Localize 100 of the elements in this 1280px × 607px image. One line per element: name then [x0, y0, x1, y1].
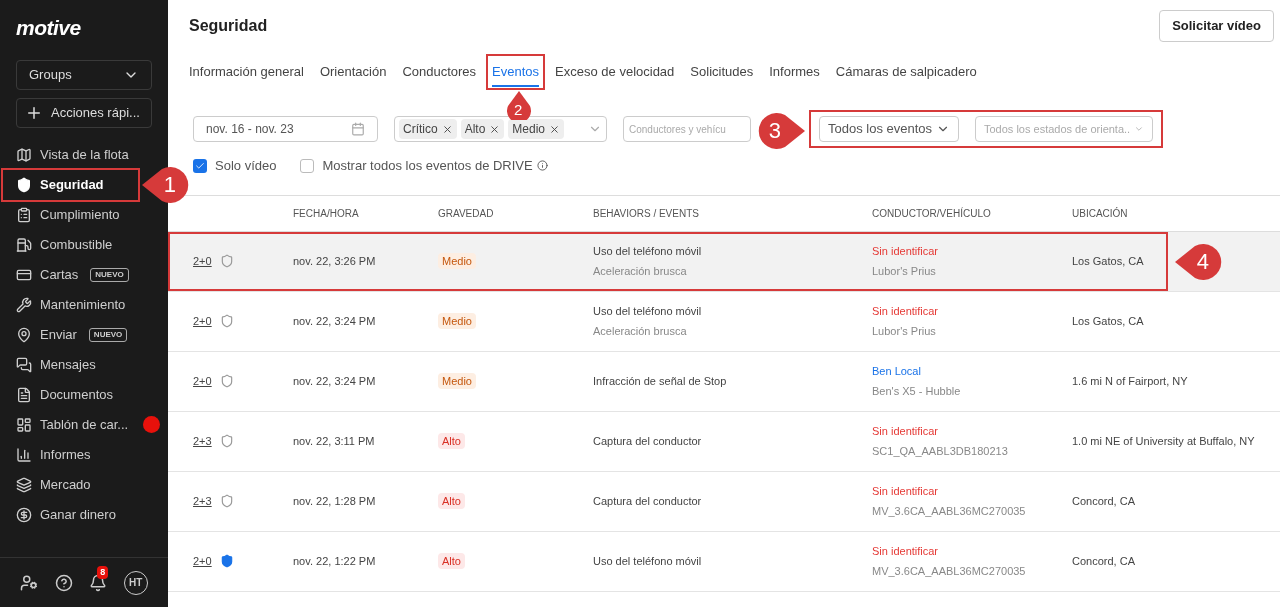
event-label: Aceleración brusca: [593, 264, 688, 279]
location-cell-text: Los Gatos, CA: [1072, 253, 1144, 269]
notification-count: 8: [97, 565, 109, 579]
sidebar-item[interactable]: Cumplimiento: [0, 199, 168, 230]
severity-badge: Medio: [438, 372, 476, 389]
event-label: Uso del teléfono móvil: [593, 243, 703, 259]
nav-icon: [16, 146, 32, 163]
score-link[interactable]: 2+3: [193, 492, 212, 510]
check-icon: [195, 160, 205, 171]
datetime-cell-text: nov. 22, 1:28 PM: [293, 493, 377, 509]
calendar-icon: [351, 122, 365, 136]
tab[interactable]: Exceso de velocidad: [555, 56, 675, 88]
page-title: Seguridad: [189, 16, 268, 36]
nav-icon: [16, 416, 32, 433]
sidebar-item[interactable]: Vista de la flota: [0, 139, 168, 170]
sidebar-item[interactable]: Cartas NUEVO: [0, 259, 168, 290]
sidebar-item[interactable]: Mercado: [0, 469, 168, 500]
sidebar-item[interactable]: Seguridad: [3, 169, 138, 200]
datetime-cell-text: nov. 22, 3:26 PM: [293, 253, 377, 269]
groups-dropdown[interactable]: Groups: [16, 59, 152, 90]
table-row[interactable]: 2+0 nov. 22, 3:26 PM Medio Uso del teléfono móvil Aceleración brusca Sin identificar Lubor's Prius Los Gatos, CA 4: [168, 231, 1280, 292]
score-link[interactable]: 2+0: [193, 372, 212, 390]
location-cell-text: Concord, CA: [1072, 493, 1135, 509]
sidebar-item[interactable]: Informes: [0, 439, 168, 470]
vehicle-name: MV_3.6CA_AABL36MC270035: [872, 504, 1027, 519]
date-range-field[interactable]: nov. 16 - nov. 23: [193, 116, 378, 142]
severity-badge: Medio: [438, 252, 476, 269]
driver-name[interactable]: Sin identificar: [872, 422, 1072, 439]
score-link[interactable]: 2+3: [193, 432, 212, 450]
column-header: BEHAVIORS / EVENTS: [593, 206, 700, 221]
events-dropdown[interactable]: Todos los eventos: [819, 116, 959, 142]
column-header: GRAVEDAD: [438, 206, 495, 221]
nav-icon: [16, 386, 32, 403]
score-link[interactable]: 2+0: [193, 252, 212, 270]
sidebar-item[interactable]: Combustible: [0, 229, 168, 260]
tab[interactable]: Orientación: [319, 56, 387, 88]
tab[interactable]: Informes: [769, 56, 820, 88]
driver-name[interactable]: Sin identificar: [872, 542, 1072, 559]
score-link[interactable]: 2+0: [193, 552, 212, 570]
location-cell-text: 1.0 mi NE of University at Buffalo, NY: [1072, 433, 1255, 449]
severity-select[interactable]: Crítico Alto Medio: [394, 116, 607, 142]
sidebar-item[interactable]: Documentos: [0, 379, 168, 410]
location-cell-text: 1.6 mi N of Fairport, NY: [1072, 373, 1188, 389]
nav-icon: [16, 476, 32, 493]
sidebar-item[interactable]: Mensajes: [0, 349, 168, 380]
vehicle-name: Lubor's Prius: [872, 264, 937, 279]
tab[interactable]: Solicitudes: [690, 56, 754, 88]
request-video-button[interactable]: Solicitar vídeo: [1159, 10, 1274, 42]
severity-badge: Alto: [438, 552, 465, 569]
severity-chip[interactable]: Medio: [508, 119, 565, 139]
tab[interactable]: Información general: [189, 56, 304, 88]
location-cell-text: Concord, CA: [1072, 553, 1135, 569]
driver-name[interactable]: Ben Local: [872, 362, 1072, 379]
driver-name[interactable]: Sin identificar: [872, 302, 1072, 319]
remove-icon[interactable]: [489, 123, 501, 135]
column-header: FECHA/HORA: [293, 206, 360, 221]
checkbox[interactable]: [300, 158, 315, 173]
datetime-cell-text: nov. 22, 1:22 PM: [293, 553, 377, 569]
nav-icon: [16, 236, 32, 253]
location-cell-text: Los Gatos, CA: [1072, 313, 1144, 329]
bell-icon[interactable]: [89, 573, 108, 592]
column-header: UBICACIÓN: [1072, 206, 1129, 221]
tab[interactable]: Eventos: [488, 56, 544, 88]
datetime-cell-text: nov. 22, 3:24 PM: [293, 373, 377, 389]
severity-chip[interactable]: Crítico: [399, 119, 457, 139]
logo: motive: [16, 16, 81, 39]
help-icon[interactable]: [54, 573, 73, 592]
score-link[interactable]: 2+0: [193, 312, 212, 330]
checkbox-label: Mostrar todos los eventos de DRIVE: [322, 157, 533, 175]
nav-icon: [16, 296, 32, 313]
datetime-cell-text: nov. 22, 3:24 PM: [293, 313, 377, 329]
quick-actions-button[interactable]: Acciones rápi...: [16, 97, 152, 128]
remove-icon[interactable]: [441, 123, 453, 135]
tab[interactable]: Conductores: [402, 56, 477, 88]
severity-badge: Alto: [438, 492, 465, 509]
checkbox[interactable]: [193, 158, 207, 173]
remove-icon[interactable]: [549, 123, 561, 135]
event-label: Captura del conductor: [593, 493, 703, 509]
checkbox-label: Solo vídeo: [215, 157, 277, 175]
event-label: Uso del teléfono móvil: [593, 303, 703, 319]
severity-badge: Medio: [438, 312, 476, 329]
user-settings-icon[interactable]: [20, 573, 39, 592]
driver-name[interactable]: Sin identificar: [872, 242, 1072, 259]
sidebar-item[interactable]: Ganar dinero: [0, 499, 168, 530]
severity-chip[interactable]: Alto: [460, 119, 505, 139]
severity-badge: Alto: [438, 432, 465, 449]
event-label: Uso del teléfono móvil: [593, 553, 703, 569]
nav-icon: [16, 206, 32, 223]
drivers-vehicles-field[interactable]: Conductores y vehícu: [623, 116, 751, 142]
tab[interactable]: Cámaras de salpicadero: [835, 56, 977, 88]
sidebar-item[interactable]: Mantenimiento: [0, 289, 168, 320]
driver-name[interactable]: Sin identificar: [872, 482, 1072, 499]
sidebar-item[interactable]: Tablón de car...: [0, 409, 168, 440]
vehicle-name: Lubor's Prius: [872, 324, 937, 339]
nav-icon: [16, 446, 32, 463]
event-label: Infracción de señal de Stop: [593, 373, 728, 389]
sidebar-item[interactable]: Enviar NUEVO: [0, 319, 168, 350]
new-badge: NUEVO: [90, 267, 129, 282]
nav-icon: [16, 356, 32, 373]
column-header: CONDUCTOR/VEHÍCULO: [872, 206, 992, 221]
